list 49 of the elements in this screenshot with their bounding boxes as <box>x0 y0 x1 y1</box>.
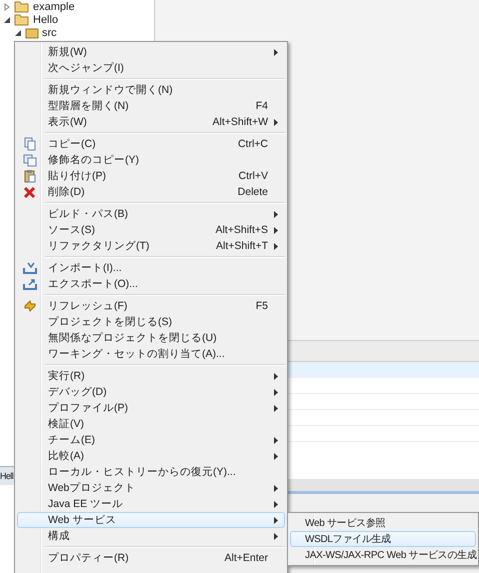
expander-icon[interactable] <box>3 16 11 24</box>
menu-item[interactable]: リファクタリング(T) Alt+Shift+T <box>17 238 285 254</box>
menu-item[interactable]: チーム(E) <box>17 432 285 448</box>
menu-item[interactable]: ソース(S) Alt+Shift+S <box>17 222 285 238</box>
folder-icon <box>14 0 30 13</box>
menu-item[interactable]: デバッグ(D) <box>17 384 285 400</box>
menu-item[interactable]: インポート(I)... <box>17 260 285 276</box>
tree-item-label[interactable]: src <box>42 26 57 38</box>
tree-item-label[interactable]: Hello <box>33 14 58 26</box>
menu-item[interactable]: コピー(C) Ctrl+C <box>17 136 285 152</box>
clipboard-icon <box>23 169 37 183</box>
package-icon <box>25 26 39 38</box>
menu-item[interactable]: 修飾名のコピー(Y) <box>17 152 285 168</box>
import-icon <box>23 261 37 275</box>
menu-item[interactable]: 比較(A) <box>17 448 285 464</box>
menu-item[interactable]: エクスポート(O)... <box>17 276 285 292</box>
menu-item[interactable]: リフレッシュ(F) F5 <box>17 298 285 314</box>
menu-item[interactable]: Web サービス参照 <box>290 515 476 531</box>
menu-item[interactable]: 表示(W) Alt+Shift+W <box>17 114 285 130</box>
menu-item[interactable]: 削除(D) Delete <box>17 184 285 200</box>
menu-item[interactable]: 検証(V) <box>17 416 285 432</box>
menu-item[interactable]: プロファイル(P) <box>17 400 285 416</box>
menu-item[interactable]: 実行(R) <box>17 368 285 384</box>
menu-item[interactable]: 新規(W) <box>17 44 285 60</box>
menu-item[interactable]: 型階層を開く(N) F4 <box>17 98 285 114</box>
menu-item[interactable]: 次へジャンプ(I) <box>17 60 285 76</box>
menu-item[interactable]: 構成 <box>17 528 285 544</box>
copy-icon <box>23 153 37 167</box>
folder-icon <box>14 13 30 26</box>
menu-item[interactable]: ビルド・パス(B) <box>17 206 285 222</box>
menu-item[interactable]: Webプロジェクト <box>17 480 285 496</box>
menu-item[interactable]: 新規ウィンドウで開く(N) <box>17 82 285 98</box>
tab-label[interactable]: Hell <box>0 471 14 481</box>
menu-item[interactable]: ローカル・ヒストリーからの復元(Y)... <box>17 464 285 480</box>
menu-item[interactable]: ワーキング・セットの割り当て(A)... <box>17 346 285 362</box>
copy-icon <box>23 137 37 151</box>
delete-icon <box>23 185 37 199</box>
menu-item[interactable]: プロジェクトを閉じる(S) <box>17 314 285 330</box>
menu-item[interactable]: WSDLファイル生成 <box>290 531 476 547</box>
menu-item[interactable]: プロパティー(R) Alt+Enter <box>17 550 285 566</box>
menu-item[interactable]: Java EE ツール <box>17 496 285 512</box>
menu-item[interactable]: 貼り付け(P) Ctrl+V <box>17 168 285 184</box>
export-icon <box>23 277 37 291</box>
expander-icon[interactable] <box>14 28 22 36</box>
menu-item[interactable]: 無関係なプロジェクトを閉じる(U) <box>17 330 285 346</box>
refresh-icon <box>23 299 37 313</box>
tree-item-label[interactable]: example <box>33 0 75 12</box>
menu-item[interactable]: Web サービス <box>17 512 285 528</box>
menu-item[interactable]: JAX-WS/JAX-RPC Web サービスの生成 <box>290 547 476 563</box>
